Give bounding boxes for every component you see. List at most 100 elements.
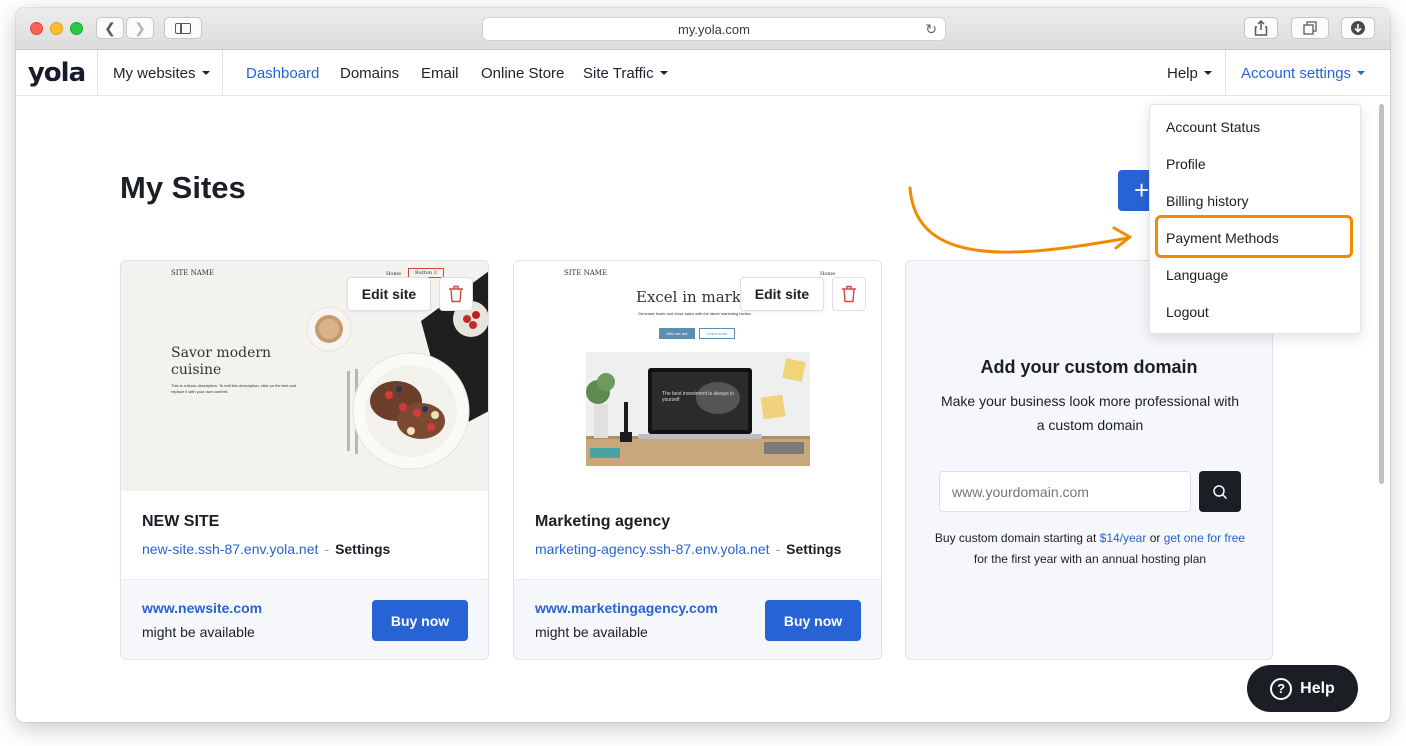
nav-divider xyxy=(222,50,223,96)
share-icon xyxy=(1254,20,1268,36)
caret-down-icon xyxy=(201,71,210,75)
domain-suggestion: www.marketingagency.com might be availab… xyxy=(514,579,881,659)
nav-online-store-label: Online Store xyxy=(481,64,565,82)
thumb-sub: Generate leads and close sales with the … xyxy=(638,311,751,316)
site-url-row: marketing-agency.ssh-87.env.yola.net - Set… xyxy=(535,541,841,557)
help-dropdown[interactable]: Help xyxy=(1167,50,1212,96)
menu-item-profile[interactable]: Profile xyxy=(1166,156,1206,176)
tabs-button[interactable] xyxy=(1291,17,1329,39)
logo-text: yola xyxy=(27,58,86,88)
maximize-window-button[interactable] xyxy=(70,22,83,35)
price-link[interactable]: $14/year xyxy=(1100,531,1147,545)
thumb-nav-home: Home xyxy=(820,271,836,277)
help-label: Help xyxy=(1167,64,1198,82)
menu-item-account-status[interactable]: Account Status xyxy=(1166,119,1260,139)
site-thumbnail[interactable]: SITE NAME Home Excel in market Generate … xyxy=(514,261,881,491)
nav-domains[interactable]: Domains xyxy=(340,50,399,96)
address-bar[interactable]: my.yola.com ↻ xyxy=(482,17,946,41)
download-icon xyxy=(1351,21,1365,35)
thumb-site-name: SITE NAME xyxy=(564,269,608,277)
thumb-btn-secondary: Learn more xyxy=(699,328,735,339)
payment-methods-highlight xyxy=(1155,215,1353,258)
delete-site-button[interactable] xyxy=(832,277,866,311)
account-settings-menu: Account Status Profile Billing history P… xyxy=(1149,104,1361,334)
note-mid: or xyxy=(1146,531,1164,545)
separator: - xyxy=(775,541,781,557)
url-text: my.yola.com xyxy=(678,21,750,37)
caret-down-icon xyxy=(1357,71,1366,75)
my-websites-dropdown[interactable]: My websites xyxy=(113,50,210,96)
site-card-new-site: SITE NAME Home Button 2 Savor modern cui… xyxy=(120,260,489,660)
menu-item-language[interactable]: Language xyxy=(1166,267,1228,287)
nav-site-traffic[interactable]: Site Traffic xyxy=(583,50,668,96)
thumb-screen-text: The best investment is always in yoursel… xyxy=(662,391,734,403)
nav-site-traffic-label: Site Traffic xyxy=(583,64,654,82)
forward-button[interactable]: ❯ xyxy=(126,17,154,39)
site-card-marketing-agency: SITE NAME Home Excel in market Generate … xyxy=(513,260,882,660)
site-settings-link[interactable]: Settings xyxy=(335,541,390,557)
edit-site-button[interactable]: Edit site xyxy=(347,277,431,311)
browser-window: ❮ ❯ my.yola.com ↻ yola My websites Dashb… xyxy=(16,8,1390,722)
edit-site-label: Edit site xyxy=(754,286,810,302)
close-window-button[interactable] xyxy=(30,22,43,35)
help-chat-button[interactable]: ? Help xyxy=(1247,665,1358,712)
trash-icon xyxy=(449,285,463,303)
nav-online-store[interactable]: Online Store xyxy=(481,50,564,96)
suggested-domain[interactable]: www.newsite.com xyxy=(142,600,262,616)
question-circle-icon: ? xyxy=(1270,677,1293,700)
minimize-window-button[interactable] xyxy=(50,22,63,35)
tabs-icon xyxy=(1303,21,1317,35)
domain-search-button[interactable] xyxy=(1199,471,1241,512)
sidebar-toggle-button[interactable] xyxy=(164,17,202,39)
page-title: My Sites xyxy=(120,170,246,205)
custom-domain-note: Buy custom domain starting at $14/year o… xyxy=(934,528,1246,570)
domain-availability: might be available xyxy=(535,624,648,640)
yola-logo[interactable]: yola xyxy=(16,50,98,96)
page-scrollbar[interactable] xyxy=(1379,104,1384,484)
buy-now-button[interactable]: Buy now xyxy=(372,600,468,641)
site-url-row: new-site.ssh-87.env.yola.net - Settings xyxy=(142,541,390,557)
downloads-button[interactable] xyxy=(1341,17,1375,39)
trash-icon xyxy=(842,285,856,303)
site-thumbnail[interactable]: SITE NAME Home Button 2 Savor modern cui… xyxy=(121,261,488,491)
site-name: Marketing agency xyxy=(535,513,671,530)
reload-icon[interactable]: ↻ xyxy=(925,21,937,38)
account-settings-dropdown[interactable]: Account settings xyxy=(1241,50,1366,96)
nav-email-label: Email xyxy=(421,64,459,82)
nav-dashboard-label: Dashboard xyxy=(246,64,320,82)
nav-dashboard[interactable]: Dashboard xyxy=(246,50,319,96)
my-websites-label: My websites xyxy=(113,64,196,82)
nav-email[interactable]: Email xyxy=(421,50,459,96)
browser-titlebar: ❮ ❯ my.yola.com ↻ xyxy=(16,8,1390,50)
food-photo xyxy=(306,271,488,470)
delete-site-button[interactable] xyxy=(439,277,473,311)
nav-domains-label: Domains xyxy=(340,64,400,82)
site-url-link[interactable]: marketing-agency.ssh-87.env.yola.net xyxy=(535,541,770,557)
menu-item-logout[interactable]: Logout xyxy=(1166,304,1209,324)
back-button[interactable]: ❮ xyxy=(96,17,124,39)
buy-now-button[interactable]: Buy now xyxy=(765,600,861,641)
site-settings-link[interactable]: Settings xyxy=(786,541,841,557)
caret-down-icon xyxy=(1203,71,1212,75)
buy-now-label: Buy now xyxy=(390,612,450,629)
share-button[interactable] xyxy=(1244,17,1278,39)
note-suffix: for the first year with an annual hostin… xyxy=(973,552,1207,566)
domain-suggestion: www.newsite.com might be available Buy n… xyxy=(121,579,488,659)
account-settings-label: Account settings xyxy=(1241,64,1352,82)
edit-site-label: Edit site xyxy=(361,286,417,302)
free-domain-link[interactable]: get one for free xyxy=(1164,531,1245,545)
menu-item-billing-history[interactable]: Billing history xyxy=(1166,193,1248,213)
site-url-link[interactable]: new-site.ssh-87.env.yola.net xyxy=(142,541,318,557)
top-navbar: yola My websites Dashboard Domains Email… xyxy=(16,50,1390,96)
thumb-headline: Excel in market xyxy=(636,288,756,306)
domain-search-input[interactable] xyxy=(939,471,1191,512)
edit-site-button[interactable]: Edit site xyxy=(740,277,824,311)
suggested-domain[interactable]: www.marketingagency.com xyxy=(535,600,718,616)
laptop-photo xyxy=(586,352,810,466)
chevron-right-icon: ❯ xyxy=(134,19,146,36)
domain-availability: might be available xyxy=(142,624,255,640)
caret-down-icon xyxy=(659,71,668,75)
separator: - xyxy=(324,541,330,557)
buy-now-label: Buy now xyxy=(783,612,843,629)
site-name: NEW SITE xyxy=(142,513,220,530)
